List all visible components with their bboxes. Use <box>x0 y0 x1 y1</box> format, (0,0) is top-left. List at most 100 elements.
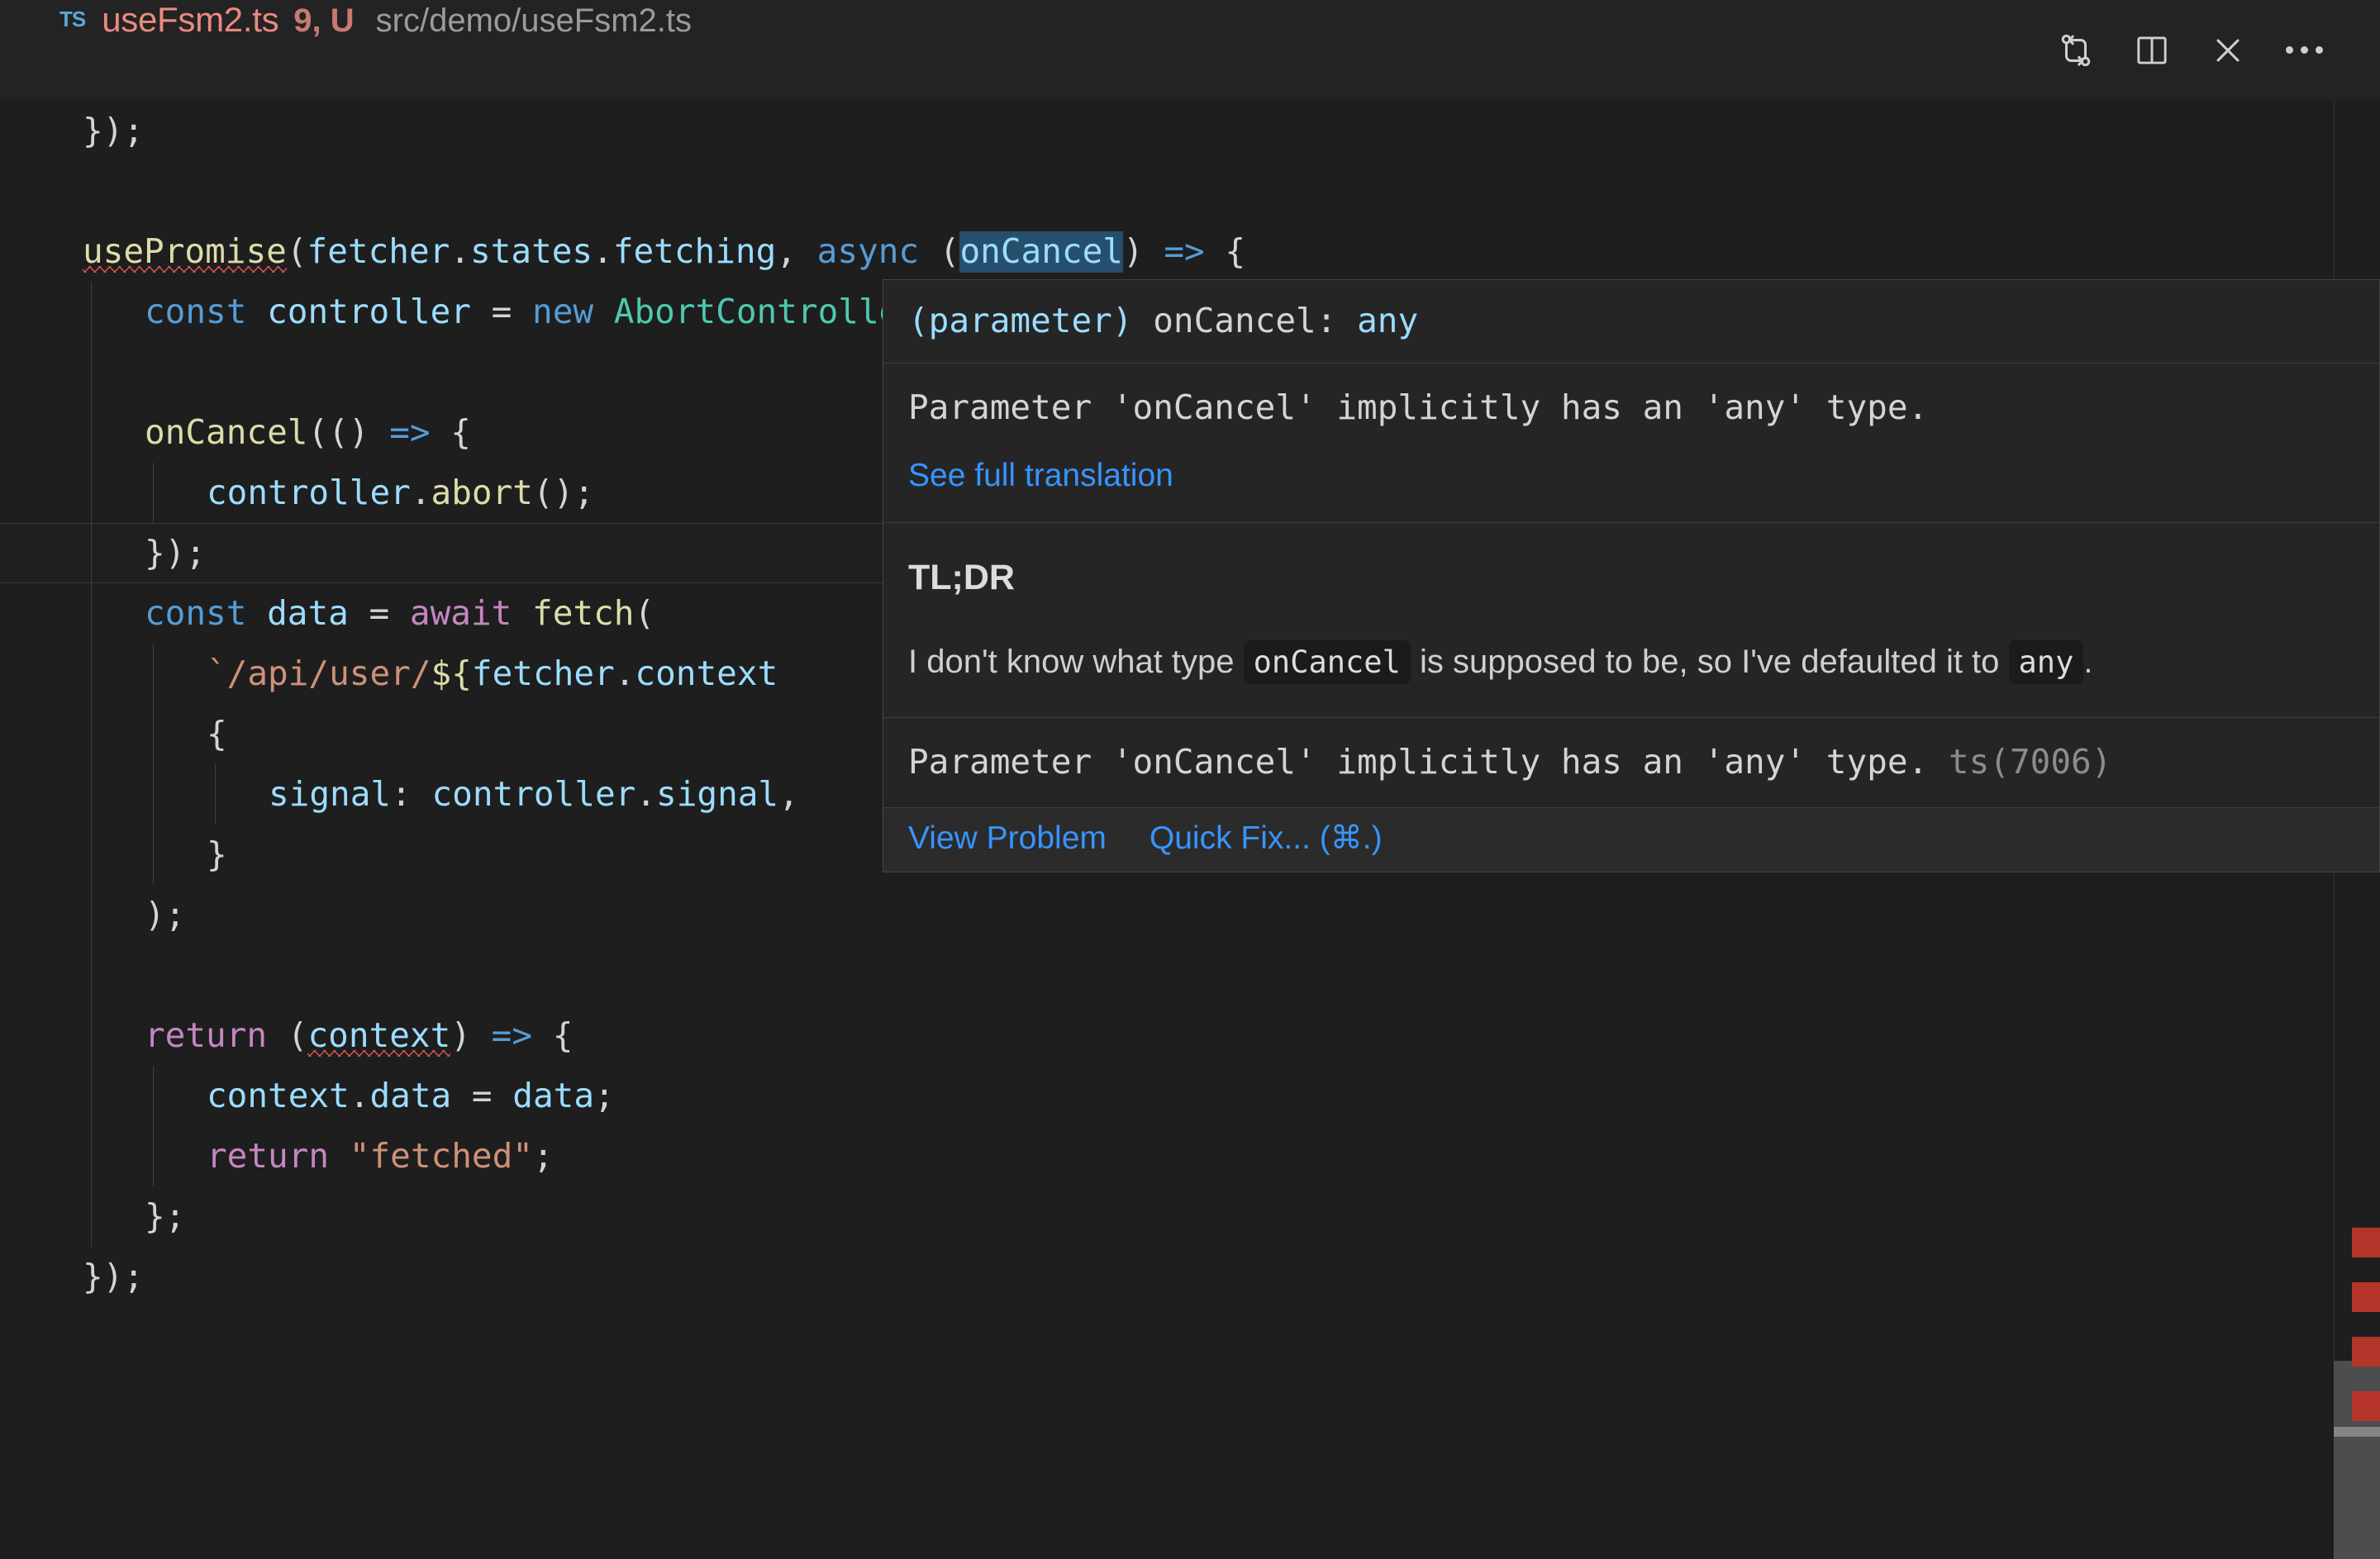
code-token: fetch <box>532 593 634 633</box>
code-line[interactable]: return "fetched"; <box>0 1126 2380 1186</box>
compare-changes-icon[interactable] <box>2038 12 2114 88</box>
indent-guide <box>153 825 154 885</box>
code-token: "fetched" <box>350 1136 533 1176</box>
code-token: }); <box>83 1257 144 1296</box>
hover-error-line: Parameter 'onCancel' implicitly has an '… <box>908 736 2354 787</box>
code-token: ) <box>1123 231 1164 271</box>
code-token: => <box>492 1015 532 1055</box>
hover-signature-type: any <box>1357 301 1418 340</box>
indent-guide <box>215 764 216 825</box>
ruler-error-mark[interactable] <box>2352 1391 2380 1421</box>
code-token: , <box>776 231 816 271</box>
code-token: (); <box>533 473 594 512</box>
code-token: `/api/user/ <box>207 654 431 693</box>
code-token: async <box>817 231 919 271</box>
code-token: . <box>411 473 431 512</box>
code-token: abort <box>431 473 533 512</box>
hover-diagnostic-section: Parameter 'onCancel' implicitly has an '… <box>883 364 2379 522</box>
editor-tab-useFsm2[interactable]: TS useFsm2.ts 9, U src/demo/useFsm2.ts <box>0 0 692 101</box>
code-line-content: const data = await fetch( <box>145 593 654 633</box>
code-token: fetching <box>613 231 776 271</box>
code-token: ) <box>450 1015 491 1055</box>
code-line[interactable]: return (context) => { <box>0 1005 2380 1066</box>
indent-guide <box>91 1066 92 1126</box>
code-token: states <box>470 231 593 271</box>
code-token: data <box>369 1076 451 1115</box>
code-token: }; <box>145 1196 185 1236</box>
code-line-content: `/api/user/${fetcher.context <box>207 654 778 693</box>
code-line[interactable]: }); <box>0 1247 2380 1307</box>
hover-tooltip[interactable]: (parameter) onCancel: any Parameter 'onC… <box>883 279 2380 872</box>
code-token-error: usePromise <box>83 231 287 273</box>
indent-guide <box>153 764 154 825</box>
code-token: return <box>207 1136 329 1176</box>
indent-guide <box>91 523 92 583</box>
hover-error-section: Parameter 'onCancel' implicitly has an '… <box>883 718 2379 807</box>
tldr-text-before: I don't know what type <box>908 644 1244 680</box>
code-token <box>246 593 267 633</box>
ruler-error-mark[interactable] <box>2352 1282 2380 1312</box>
indent-guide <box>91 644 92 704</box>
code-line-content: context.data = data; <box>207 1076 615 1115</box>
code-token: ; <box>533 1136 554 1176</box>
code-token: (() <box>307 412 389 452</box>
indent-guide <box>153 1066 154 1126</box>
code-token: await <box>410 593 512 633</box>
indent-guide <box>91 463 92 523</box>
code-token: = <box>471 292 532 331</box>
code-token: controller <box>267 292 471 331</box>
code-token: , <box>778 774 799 814</box>
code-line-content: return "fetched"; <box>207 1136 554 1176</box>
code-token: ; <box>594 1076 615 1115</box>
code-token: . <box>615 654 635 693</box>
code-line-content: signal: controller.signal, <box>269 774 799 814</box>
code-line-content: onCancel(() => { <box>145 412 471 452</box>
code-line[interactable]: }); <box>0 101 2380 161</box>
close-icon[interactable] <box>2190 12 2266 88</box>
indent-guide <box>91 885 92 945</box>
code-line[interactable]: }; <box>0 1186 2380 1247</box>
tldr-inline-code-oncancel: onCancel <box>1244 640 1411 684</box>
code-line[interactable] <box>0 945 2380 1005</box>
code-token: { <box>431 412 471 452</box>
quick-fix-link[interactable]: Quick Fix... (⌘.) <box>1150 820 1383 857</box>
more-actions-icon[interactable] <box>2266 12 2342 88</box>
code-line-content: }); <box>83 1257 144 1296</box>
hover-action-bar: View Problem Quick Fix... (⌘.) <box>883 808 2379 872</box>
code-token: data <box>512 1076 594 1115</box>
indent-guide <box>91 1005 92 1066</box>
split-editor-icon[interactable] <box>2114 12 2190 88</box>
code-token: }); <box>83 111 144 150</box>
hover-tldr-heading: TL;DR <box>908 551 2354 604</box>
code-token: ( <box>634 593 654 633</box>
hover-error-code: ts(7006) <box>1949 742 2111 782</box>
code-token: . <box>635 774 656 814</box>
code-token: { <box>207 714 227 753</box>
see-full-translation-link[interactable]: See full translation <box>908 451 1173 501</box>
tldr-inline-code-any: any <box>2009 640 2084 684</box>
hover-error-text: Parameter 'onCancel' implicitly has an '… <box>908 742 1928 782</box>
ruler-error-mark[interactable] <box>2352 1337 2380 1367</box>
code-token: => <box>389 412 430 452</box>
code-token: = <box>349 593 410 633</box>
indent-guide <box>91 583 92 644</box>
code-line-content: usePromise(fetcher.states.fetching, asyn… <box>83 231 1245 273</box>
code-token: . <box>350 1076 370 1115</box>
code-line[interactable] <box>0 161 2380 221</box>
indent-guide <box>91 945 92 1005</box>
code-token: => <box>1164 231 1204 271</box>
view-problem-link[interactable]: View Problem <box>908 820 1107 857</box>
hover-signature-name: onCancel: <box>1153 301 1336 340</box>
code-line[interactable]: usePromise(fetcher.states.fetching, asyn… <box>0 221 2380 282</box>
code-token <box>512 593 532 633</box>
ruler-error-mark[interactable] <box>2352 1228 2380 1257</box>
code-line-content: return (context) => { <box>145 1015 573 1055</box>
code-token: } <box>207 834 227 874</box>
code-line[interactable]: context.data = data; <box>0 1066 2380 1126</box>
editor-scrollbar-slider[interactable] <box>2334 1361 2380 1559</box>
tldr-text-middle: is supposed to be, so I've defaulted it … <box>1411 644 2009 680</box>
code-line-content: }); <box>83 111 144 150</box>
indent-guide <box>91 764 92 825</box>
code-line[interactable]: ); <box>0 885 2380 945</box>
code-token: new <box>532 292 593 331</box>
